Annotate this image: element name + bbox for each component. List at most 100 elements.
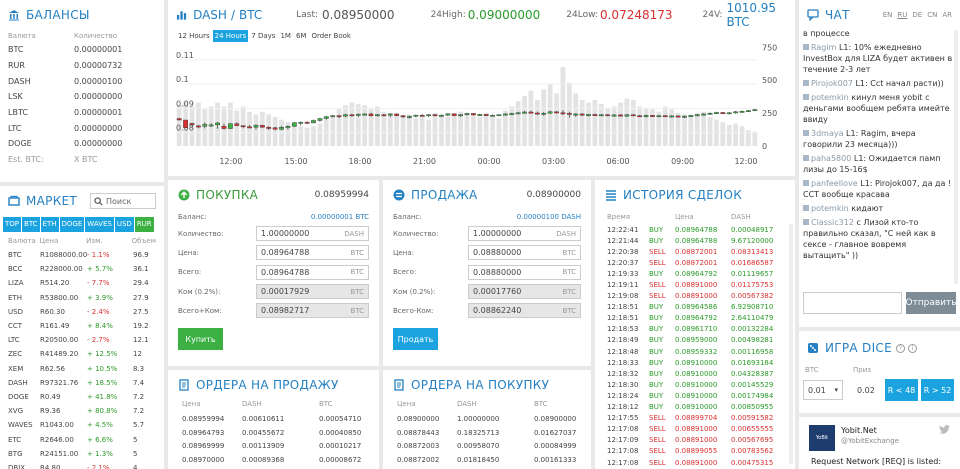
chat-reply-icon[interactable]: [803, 80, 809, 86]
balance-row[interactable]: LSK 0.00000000: [0, 89, 164, 105]
balance-value[interactable]: 0.00000100 DASH: [517, 213, 581, 221]
chat-username[interactable]: paha5800: [811, 154, 851, 163]
sell-quantity-field[interactable]: 1.00000000 DASH: [468, 226, 581, 242]
sell-total-fee-field[interactable]: 0.08862240 BTC: [468, 303, 581, 319]
lang-ru[interactable]: RU: [897, 11, 907, 19]
chat-reply-icon[interactable]: [803, 219, 809, 225]
info-icon[interactable]: i: [908, 343, 917, 353]
lang-de[interactable]: DE: [912, 11, 922, 19]
price-field-label: Цена:: [178, 248, 199, 257]
chat-username[interactable]: potemkin: [811, 93, 849, 102]
balance-row[interactable]: LTC 0.00000000: [0, 120, 164, 136]
lang-ar[interactable]: AR: [942, 11, 952, 19]
order-row[interactable]: 0.08964793 0.00455672 0.00040850: [168, 426, 379, 440]
market-row[interactable]: LTC R20500.00 - 2.7% 12.1: [0, 333, 164, 347]
buy-total-fee-field[interactable]: 0.08982717 BTC: [256, 303, 369, 319]
balance-row[interactable]: DOGE 0.00000000: [0, 136, 164, 152]
chat-reply-icon[interactable]: [803, 180, 809, 186]
dice-low-button[interactable]: R < 48: [885, 379, 918, 401]
chart-tab[interactable]: 1M: [278, 30, 293, 42]
order-row[interactable]: 0.08872003 0.00958070 0.00084999: [383, 439, 591, 453]
chat-username[interactable]: potemkin: [811, 204, 849, 213]
market-tab-rur[interactable]: RUR: [134, 216, 154, 232]
total-field-value: 0.08880000: [473, 267, 522, 277]
balance-value[interactable]: 0.00000001 BTC: [311, 213, 369, 221]
dice-high-button[interactable]: R > 52: [921, 379, 954, 401]
history-scrollbar[interactable]: [789, 224, 793, 464]
market-row[interactable]: ZEC R41489.20 + 12.5% 12: [0, 347, 164, 361]
chat-input[interactable]: [803, 292, 902, 314]
chat-reply-icon[interactable]: [803, 205, 809, 211]
chat-username[interactable]: Ragim: [811, 43, 836, 52]
buy-quantity-field[interactable]: 1.00000000 DASH: [256, 226, 369, 242]
market-row[interactable]: USD R60.30 - 2.4% 27.5: [0, 305, 164, 319]
sell-price-field[interactable]: 0.08880000 BTC: [468, 245, 581, 261]
volume-bar: [630, 99, 636, 146]
twitter-bird-icon[interactable]: [939, 425, 950, 434]
order-row[interactable]: 0.08959994 0.00610611 0.00054710: [168, 412, 379, 426]
chat-reply-icon[interactable]: [803, 44, 809, 50]
market-search[interactable]: Поиск: [90, 193, 156, 209]
market-tab-waves[interactable]: WAVES: [85, 216, 114, 232]
sell-total-field[interactable]: 0.08880000 BTC: [468, 264, 581, 280]
chart-tab[interactable]: 24 Hours: [212, 30, 249, 42]
market-row[interactable]: BTC R1088000.00- 1.1% 96.9: [0, 248, 164, 262]
market-tab-doge[interactable]: DOGE: [59, 216, 85, 232]
order-row[interactable]: 0.08878443 0.18325713 0.01627037: [383, 426, 591, 440]
lang-en[interactable]: EN: [883, 11, 893, 19]
order-row[interactable]: 0.08900000 1.00000000 0.08900000: [383, 412, 591, 426]
search-input[interactable]: Поиск: [106, 197, 131, 206]
market-row[interactable]: ETC R2646.00 + 6.6% 5: [0, 432, 164, 446]
market-tab-top[interactable]: TOP: [3, 216, 22, 232]
chart-tab[interactable]: 7 Days: [249, 30, 277, 42]
market-row[interactable]: DOGE R0.49 + 41.8% 7.2: [0, 390, 164, 404]
market-tab-usd[interactable]: USD: [114, 216, 134, 232]
buy-fee-field[interactable]: 0.00017929 BTC: [256, 284, 369, 300]
market-row[interactable]: BTG R24151.00 + 1.3% 5: [0, 447, 164, 461]
balance-row[interactable]: BTC 0.00000001: [0, 42, 164, 58]
chat-reply-icon[interactable]: [803, 94, 809, 100]
sell-fee-field[interactable]: 0.00017760 BTC: [468, 284, 581, 300]
market-row[interactable]: BCC R228000.00 + 5.7% 36.1: [0, 262, 164, 276]
market-tab-eth[interactable]: ETH: [40, 216, 59, 232]
twitter-name[interactable]: Yobit.Net: [841, 425, 899, 436]
twitter-handle[interactable]: @YobitExchange: [841, 436, 899, 447]
balance-row[interactable]: DASH 0.00000100: [0, 73, 164, 89]
buy-button[interactable]: Купить: [178, 328, 223, 351]
market-row[interactable]: CCT R161.49 + 8.4% 19.2: [0, 319, 164, 333]
chat-username[interactable]: panfeellove: [811, 179, 858, 188]
buy-total-field[interactable]: 0.08964788 BTC: [256, 264, 369, 280]
market-row[interactable]: DASH R97321.76 + 18.5% 7.4: [0, 376, 164, 390]
chat-username[interactable]: 3dmaya: [811, 129, 844, 138]
market-row[interactable]: XVG R9.36 + 80.8% 7.2: [0, 404, 164, 418]
dice-bet-select[interactable]: 0.01 ▾: [803, 380, 843, 400]
buy-price-field[interactable]: 0.08964788 BTC: [256, 245, 369, 261]
market-row[interactable]: DBIX R4.80 - 2.1% 4: [0, 461, 164, 469]
help-icon[interactable]: ?: [896, 343, 905, 353]
order-row[interactable]: 0.08872002 0.01818450 0.00161333: [383, 453, 591, 467]
balance-row[interactable]: RUR 0.00000732: [0, 58, 164, 74]
market-row[interactable]: ETH R53800.00 + 3.9% 27.9: [0, 291, 164, 305]
market-row[interactable]: LIZA R514.20 - 7.7% 29.4: [0, 276, 164, 290]
order-row[interactable]: 0.08970000 0.00089368 0.00008672: [168, 453, 379, 467]
chart-tab[interactable]: Order Book: [309, 30, 353, 42]
lang-cn[interactable]: CN: [927, 11, 937, 19]
market-tab-btc[interactable]: BTC: [22, 216, 40, 232]
market-columns: Валюта Цена Изм. Объем: [0, 234, 164, 248]
send-button[interactable]: Отправить: [905, 292, 957, 314]
market-row[interactable]: WAVES R1043.00 + 4.5% 5.7: [0, 418, 164, 432]
balance-row[interactable]: LBTC 0.00000001: [0, 105, 164, 121]
twitter-avatar[interactable]: YoBit: [809, 425, 835, 451]
chat-reply-icon[interactable]: [803, 130, 809, 136]
chart-tab[interactable]: 12 Hours: [176, 30, 212, 42]
chat-scrollbar[interactable]: [954, 30, 958, 284]
chart-tab[interactable]: 6M: [294, 30, 309, 42]
volume-bar: [253, 114, 259, 146]
chat-reply-icon[interactable]: [803, 155, 809, 161]
sell-button[interactable]: Продать: [393, 328, 438, 351]
market-row[interactable]: XEM R62.56 + 10.5% 8.3: [0, 362, 164, 376]
order-row[interactable]: 0.08969999 0.00113909 0.00010217: [168, 439, 379, 453]
chat-username[interactable]: Pirojok007: [811, 79, 853, 88]
chat-username[interactable]: Classic312: [811, 218, 854, 227]
price-chart[interactable]: 0.110.10.090.08750500250012:00 15:00 18:00…: [168, 42, 795, 172]
